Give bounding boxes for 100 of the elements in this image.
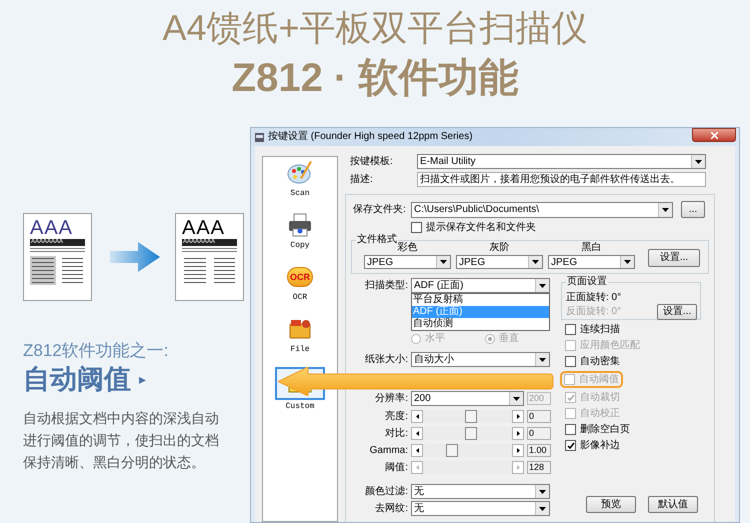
field-label: 颜色过滤: <box>364 486 409 496</box>
checkbox-label: 自动阈值 <box>579 374 619 384</box>
left-arrow-icon <box>416 448 418 453</box>
caret-icon <box>532 260 539 264</box>
checkbox[interactable] <box>565 424 576 435</box>
description-field[interactable]: 扫描文件或图片，接着用您预设的电子邮件软件传送出去。 <box>417 172 706 187</box>
value-field[interactable]: 0 <box>527 410 551 423</box>
caret-icon <box>539 284 546 288</box>
field-label: 黑白 <box>582 243 602 253</box>
dropdown[interactable]: JPEG <box>456 255 543 269</box>
field-label: 彩色 <box>398 243 418 253</box>
sidebar-item-label: Scan <box>290 189 310 199</box>
sidebar-item-label: Custom <box>286 402 314 412</box>
checkbox[interactable] <box>565 356 576 367</box>
caret-icon <box>539 506 546 510</box>
dropdown[interactable]: 无 <box>411 484 550 499</box>
right-arrow-icon <box>516 414 520 419</box>
slider-thumb[interactable] <box>446 444 458 457</box>
field-label: 按键模板: <box>350 156 394 166</box>
checkbox[interactable] <box>565 440 576 451</box>
checkbox-label: 连续扫描 <box>580 324 620 334</box>
dropdown[interactable]: 自动大小 <box>411 352 550 367</box>
sidebar-item[interactable]: Copy <box>287 211 313 263</box>
close-button[interactable] <box>692 128 736 142</box>
checkbox-label: 自动裁切 <box>580 392 620 402</box>
button[interactable]: 默认值 <box>648 496 698 513</box>
value-field[interactable]: 0 <box>527 427 551 440</box>
dropdown[interactable]: ADF (正面) <box>411 278 550 293</box>
button[interactable]: ... <box>681 201 705 218</box>
right-arrow-icon <box>516 448 520 453</box>
field-label: 纸张大小: <box>364 354 409 364</box>
sidebar-item-label: Copy <box>290 241 310 251</box>
field-label: 描述: <box>350 174 374 184</box>
sidebar-item[interactable]: File <box>288 315 312 367</box>
slider[interactable] <box>411 410 524 423</box>
value-field: 200 <box>527 392 551 405</box>
caret-icon <box>624 260 631 264</box>
field-label: 去网纹: <box>374 504 409 514</box>
dropdown[interactable]: JPEG <box>364 255 451 269</box>
right-arrow-icon <box>516 431 520 436</box>
left-arrow-icon <box>416 465 418 470</box>
sidebar-item[interactable]: Scan <box>287 159 313 211</box>
dropdown[interactable]: E-Mail Utility <box>417 154 706 169</box>
dropdown-option[interactable]: 平台反射稿 <box>412 294 549 306</box>
button[interactable]: 设置... <box>657 304 697 320</box>
right-arrow-icon <box>516 465 520 470</box>
caret-icon <box>695 160 702 164</box>
feature-subtitle: Z812软件功能之一: <box>23 341 170 361</box>
field-label: 分辨率: <box>374 394 409 404</box>
page-subtitle: Z812 · 软件功能 <box>232 55 518 102</box>
dropdown[interactable]: C:\Users\Public\Documents\ <box>411 202 673 218</box>
checkbox-label: 影像补边 <box>580 440 620 450</box>
folder-icon <box>288 318 312 340</box>
sidebar-item[interactable]: OCR OCR <box>287 263 313 315</box>
group-title: 文件格式 <box>356 235 398 245</box>
play-marker: ▸ <box>139 370 146 388</box>
left-arrow-icon <box>416 431 418 436</box>
slider-thumb[interactable] <box>465 410 478 423</box>
radio-label: 水平 <box>425 334 445 344</box>
left-arrow-icon <box>416 414 418 419</box>
sidebar-item-label: File <box>290 345 310 355</box>
checkbox-label: 自动校正 <box>580 408 620 418</box>
group-title: 页面设置 <box>566 277 608 287</box>
printer-icon <box>287 213 313 237</box>
sidebar-item-label: OCR <box>292 293 308 303</box>
app-icon <box>254 132 265 142</box>
checkbox-label: 删除空白页 <box>580 424 630 434</box>
field-label: 保存文件夹: <box>353 204 407 214</box>
button[interactable]: 设置... <box>648 249 700 267</box>
slider[interactable] <box>411 444 524 457</box>
caret-icon <box>539 358 546 362</box>
close-icon <box>710 132 718 138</box>
checkbox-label: 应用颜色匹配 <box>580 340 640 350</box>
right-arrow-icon <box>110 242 160 272</box>
checkbox-label: 自动密集 <box>580 356 620 366</box>
field-label: 对比: <box>384 428 409 438</box>
field-label: 灰阶 <box>490 243 510 253</box>
slider[interactable] <box>411 427 524 440</box>
ocr-logo: OCR <box>287 267 313 287</box>
page-title: A4馈纸+平板双平台扫描仪 <box>162 6 588 50</box>
caret-icon <box>662 208 669 212</box>
dropdown[interactable]: 无 <box>411 501 550 516</box>
slider-thumb[interactable] <box>465 427 478 440</box>
rotation-text: 正面旋转: 0° <box>566 292 622 304</box>
dropdown[interactable]: 200 <box>411 391 524 406</box>
window-title: 按键设置 (Founder High speed 12ppm Series) <box>268 132 473 142</box>
checkbox[interactable] <box>565 324 576 335</box>
caret-icon <box>440 260 447 264</box>
dropdown-option[interactable]: 自动侦测 <box>412 318 549 330</box>
feature-description: 自动根据文档中内容的深浅自动进行阈值的调节，使扫出的文档保持清晰、黑白分明的状态。 <box>23 409 220 472</box>
field-label: 阈值: <box>384 462 409 472</box>
checkbox-label: 提示保存文件名和文件夹 <box>426 222 536 232</box>
feature-title: 自动阈值 <box>23 363 131 395</box>
rotation-text: 反面旋转: 0° <box>566 306 622 318</box>
radio-label: 垂直 <box>499 334 519 344</box>
checkbox[interactable] <box>411 222 422 233</box>
palette-icon <box>287 161 313 185</box>
dropdown[interactable]: JPEG <box>548 255 635 269</box>
value-field[interactable]: 1.00 <box>527 444 551 457</box>
button[interactable]: 预览 <box>586 496 636 513</box>
